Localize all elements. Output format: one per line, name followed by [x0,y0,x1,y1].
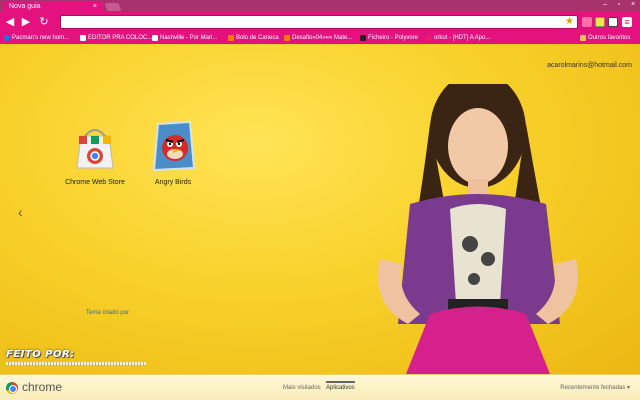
extension-icon-2[interactable] [608,17,618,27]
wrench-menu-icon[interactable]: ≡ [622,17,632,27]
close-window-button[interactable]: × [626,1,640,10]
bookmark-item[interactable]: EDITOR PRA COLOC... [80,33,152,43]
favicon-icon [152,35,158,41]
ntp-footer: chrome Mais visitados Aplicativos Recent… [0,374,640,400]
bookmarks-bar: Pacman's new hom... EDITOR PRA COLOC... … [0,32,640,44]
watermark-underline [6,362,146,365]
theme-credit[interactable]: Tema criado por [86,310,129,316]
tab-apps[interactable]: Aplicativos [326,381,355,391]
favicon-icon [426,35,432,41]
bookmark-label: Bolo de Caneca [236,35,279,41]
bookmark-item[interactable]: Desafio«04»«« Mate... [284,33,352,43]
tab-new-tab[interactable]: Nova guia × [3,1,103,12]
minimize-button[interactable]: – [598,1,612,10]
favicon-icon [228,35,234,41]
toolbar: ◀ ▶ ↻ ★ ≡ [0,12,640,32]
tab-most-visited[interactable]: Mais visitados [283,383,321,391]
app-label: Chrome Web Store [65,179,125,186]
tab-strip: Nova guia × – ▫ × [0,0,640,12]
account-email[interactable]: acarolmarins@hotmail.com [547,62,632,69]
heart-extension-icon[interactable] [582,17,592,27]
bookmark-label: Desafio«04»«« Mate... [292,35,353,41]
favicon-icon [4,35,10,41]
reload-icon[interactable]: ↻ [38,16,50,28]
bookmark-label: Ficheiro - Polyvore [368,35,419,41]
folder-icon [580,35,586,41]
app-label: Angry Birds [154,179,192,186]
tab-title: Nova guia [9,3,41,10]
other-bookmarks[interactable]: Outros favoritos [580,33,630,43]
watermark-text: FEITO POR: [6,349,75,360]
favicon-icon [360,35,366,41]
favicon-icon [284,35,290,41]
close-tab-icon[interactable]: × [93,3,97,10]
angry-birds-icon [152,120,196,172]
bookmark-label: Pacman's new hom... [12,35,70,41]
omnibox[interactable]: ★ [60,15,578,29]
theme-artwork [377,84,579,374]
recently-closed-menu[interactable]: Recentemente fechadas ▾ [560,384,630,391]
address-input[interactable] [61,16,577,29]
bookmark-item[interactable]: Ficheiro - Polyvore [360,33,418,43]
app-angry-birds[interactable]: Angry Birds [138,120,208,186]
forward-icon[interactable]: ▶ [20,16,32,28]
other-bookmarks-label: Outros favoritos [588,35,631,41]
bookmark-star-icon[interactable]: ★ [565,16,574,28]
chrome-wordmark: chrome [22,380,63,394]
app-chrome-web-store[interactable]: Chrome Web Store [60,124,130,186]
bookmark-label: Nashville - Por Mari... [160,35,218,41]
chrome-web-store-icon [76,129,114,169]
new-tab-button[interactable] [104,3,122,11]
maximize-button[interactable]: ▫ [612,1,626,10]
previous-page-arrow-icon[interactable]: ‹ [18,204,23,220]
extension-icon[interactable] [595,17,605,27]
bookmark-label: orkut - [HDT] A Apo... [434,35,491,41]
bookmark-item[interactable]: Pacman's new hom... [4,33,69,43]
favicon-icon [80,35,86,41]
bookmark-label: EDITOR PRA COLOC... [88,35,153,41]
chrome-logo-icon [6,382,18,394]
bookmark-item[interactable]: Nashville - Por Mari... [152,33,217,43]
bookmark-item[interactable]: Bolo de Caneca [228,33,279,43]
back-icon[interactable]: ◀ [4,16,16,28]
bookmark-item[interactable]: orkut - [HDT] A Apo... [426,33,490,43]
new-tab-page: acarolmarins@hotmail.com Chrome Web Stor… [0,44,640,374]
